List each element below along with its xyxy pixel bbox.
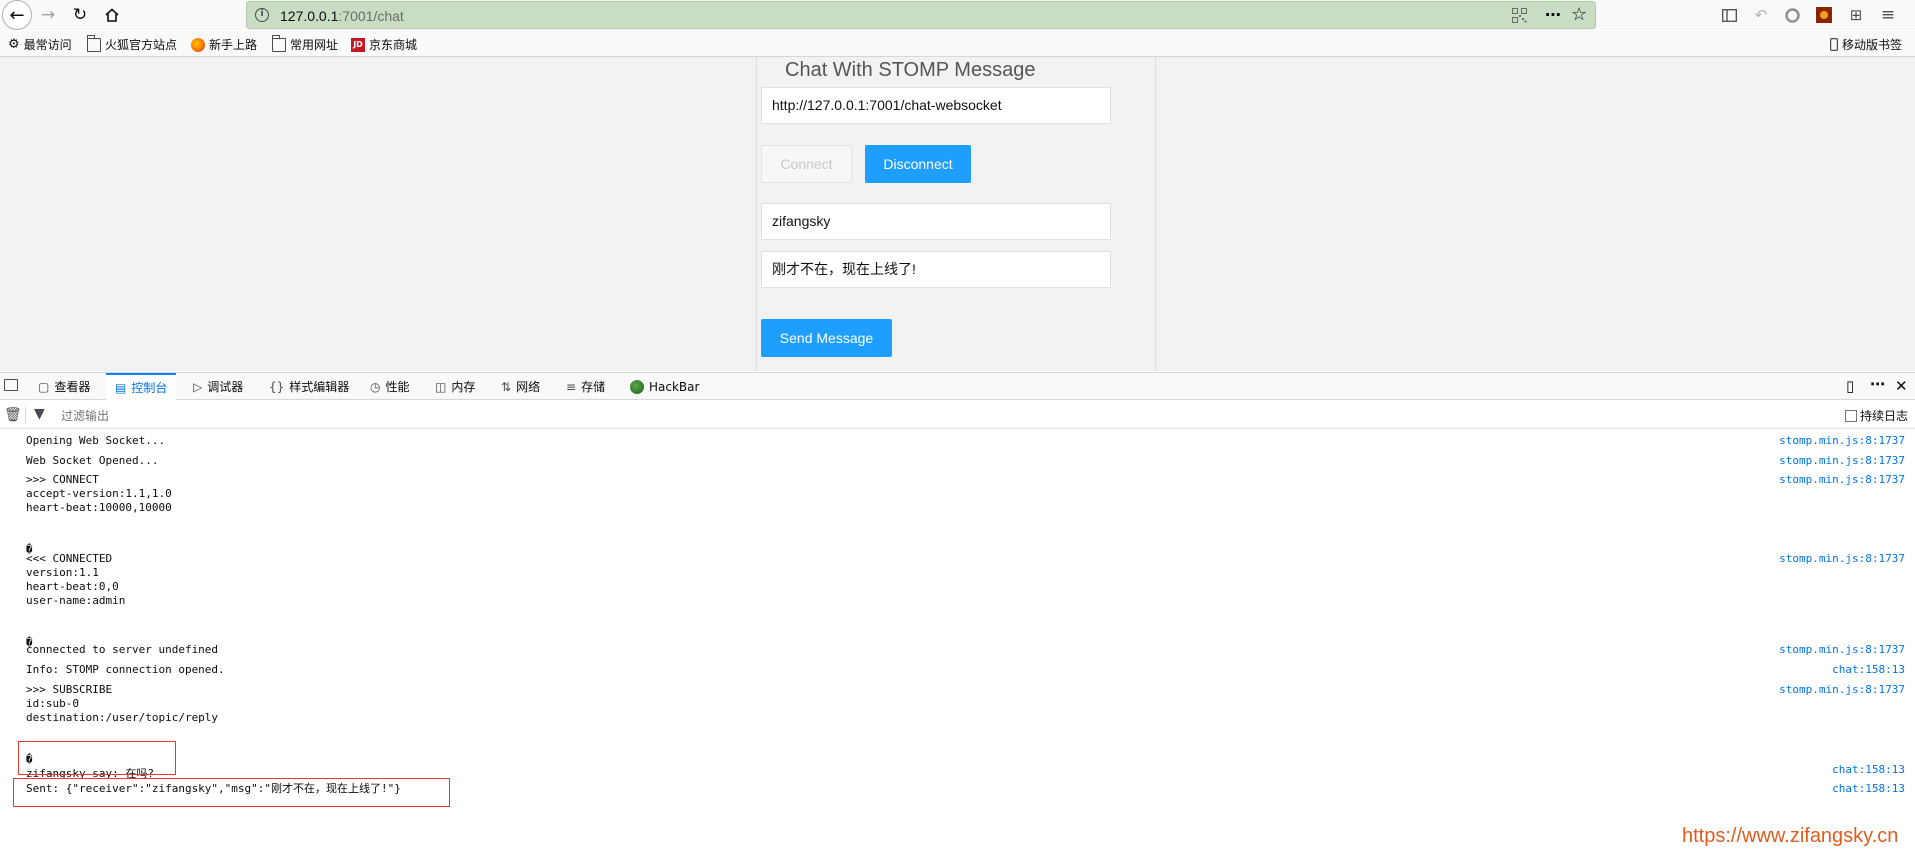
tab-style-editor[interactable]: {} 样式编辑器 bbox=[269, 373, 349, 400]
home-icon bbox=[105, 8, 119, 22]
undo-button[interactable]: ↶ bbox=[1750, 4, 1772, 26]
circle-icon bbox=[1784, 7, 1800, 23]
dock-side-icon[interactable]: ▯ bbox=[1846, 377, 1854, 395]
devtools-toolbar: ▢ 查看器 ▤ 控制台 ▷ 调试器 {} 样式编辑器 ◷ 性能 ◫ 内存 ⇅ 网络 ≡ 存储 H… bbox=[0, 372, 1915, 400]
tab-hackbar[interactable]: HackBar bbox=[630, 373, 699, 400]
devtools-close-icon[interactable]: ✕ bbox=[1895, 377, 1908, 395]
tab-inspector[interactable]: ▢ 查看器 bbox=[38, 373, 90, 400]
page-title: Chat With STOMP Message bbox=[785, 59, 1036, 81]
tab-storage[interactable]: ≡ 存储 bbox=[566, 373, 605, 400]
menu-button[interactable]: ≡ bbox=[1877, 4, 1899, 26]
sidebar-toggle-button[interactable] bbox=[1718, 4, 1740, 26]
braces-icon: {} bbox=[269, 379, 285, 394]
folder-icon bbox=[87, 34, 101, 52]
console-source-link[interactable]: stomp.min.js:8:1737 bbox=[1779, 643, 1905, 656]
console-message: >>> CONNECT accept-version:1.1,1.0 heart… bbox=[26, 473, 172, 556]
console-message: Info: STOMP connection opened. bbox=[26, 663, 225, 676]
more-icon[interactable]: ⋯ bbox=[1545, 5, 1562, 24]
firefox-icon bbox=[191, 37, 205, 52]
sidebar-icon bbox=[1721, 8, 1737, 22]
folder-icon bbox=[272, 34, 286, 52]
debugger-icon: ▷ bbox=[193, 379, 203, 394]
inspector-icon: ▢ bbox=[38, 379, 50, 394]
console-filter-bar: 🗑 ▼ 过滤输出 持续日志 bbox=[0, 401, 1915, 429]
back-button[interactable]: ← bbox=[2, 0, 32, 30]
connect-button[interactable]: Connect bbox=[761, 145, 852, 183]
console-output: Opening Web Socket... stomp.min.js:8:173… bbox=[0, 430, 1915, 851]
home-button[interactable] bbox=[100, 3, 124, 27]
console-source-link[interactable]: stomp.min.js:8:1737 bbox=[1779, 454, 1905, 467]
hackbar-icon bbox=[630, 379, 644, 394]
database-icon: ≡ bbox=[566, 379, 577, 394]
console-source-link[interactable]: stomp.min.js:8:1737 bbox=[1779, 552, 1905, 565]
bookmark-folder-common[interactable]: 常用网址 bbox=[272, 34, 338, 53]
highlight-box-sent bbox=[13, 778, 450, 807]
tab-performance[interactable]: ◷ 性能 bbox=[370, 373, 410, 400]
highlight-box-received bbox=[18, 741, 176, 775]
console-message: <<< CONNECTED version:1.1 heart-beat:0,0… bbox=[26, 552, 126, 649]
page-content: Chat With STOMP Message http://127.0.0.1… bbox=[0, 57, 1915, 371]
gear-icon: ⚙ bbox=[8, 37, 20, 52]
gauge-icon: ◷ bbox=[370, 379, 381, 394]
console-source-link[interactable]: stomp.min.js:8:1737 bbox=[1779, 473, 1905, 486]
tab-debugger[interactable]: ▷ 调试器 bbox=[193, 373, 243, 400]
message-input[interactable]: 刚才不在，现在上线了! bbox=[761, 251, 1111, 288]
persist-logs-checkbox[interactable] bbox=[1845, 409, 1857, 422]
extension-button[interactable] bbox=[1813, 4, 1835, 26]
star-icon[interactable]: ☆ bbox=[1571, 4, 1587, 25]
reload-icon: ↻ bbox=[72, 5, 88, 25]
trash-icon[interactable]: 🗑 bbox=[4, 407, 22, 423]
persist-logs-toggle[interactable]: 持续日志 bbox=[1845, 407, 1908, 424]
disconnect-button[interactable]: Disconnect bbox=[865, 145, 971, 183]
bookmark-mobile[interactable]: 移动版书签 bbox=[1830, 36, 1902, 53]
jd-logo-icon: JD bbox=[351, 37, 365, 52]
chat-panel: Chat With STOMP Message http://127.0.0.1… bbox=[756, 57, 1156, 371]
console-message: Opening Web Socket... bbox=[26, 434, 166, 447]
bookmark-jd[interactable]: JD 京东商城 bbox=[351, 36, 417, 53]
browser-toolbar: ← → ↻ i 127.0.0.1:7001/chat ⋯ ☆ ↶ ⊞ ≡ bbox=[0, 0, 1915, 30]
send-message-button[interactable]: Send Message bbox=[761, 319, 892, 357]
console-source-link[interactable]: stomp.min.js:8:1737 bbox=[1779, 434, 1905, 447]
console-source-link[interactable]: chat:158:13 bbox=[1832, 782, 1905, 795]
bookmarks-bar: ⚙ 最常访问 火狐官方站点 新手上路 常用网址 JD 京东商城 移动版书签 bbox=[0, 31, 1915, 57]
extension-circle-button[interactable] bbox=[1781, 4, 1803, 26]
crop-button[interactable]: ⊞ bbox=[1845, 4, 1867, 26]
extension-icon bbox=[1816, 7, 1832, 23]
mobile-icon bbox=[1830, 38, 1838, 51]
url-text[interactable]: 127.0.0.1:7001/chat bbox=[280, 8, 404, 24]
console-message: Web Socket Opened... bbox=[26, 454, 159, 467]
hamburger-icon: ≡ bbox=[1880, 5, 1896, 25]
receiver-input[interactable]: zifangsky bbox=[761, 203, 1111, 240]
bookmark-most-visited[interactable]: ⚙ 最常访问 bbox=[8, 36, 72, 53]
info-icon[interactable]: i bbox=[255, 8, 269, 22]
arrow-left-icon: ← bbox=[9, 4, 25, 26]
address-bar[interactable]: i 127.0.0.1:7001/chat ⋯ ☆ bbox=[246, 1, 1596, 29]
crop-icon: ⊞ bbox=[1849, 6, 1863, 24]
element-picker-icon[interactable] bbox=[4, 379, 18, 391]
network-icon: ⇅ bbox=[501, 379, 512, 394]
arrow-right-icon: → bbox=[40, 5, 56, 25]
filter-input[interactable]: 过滤输出 bbox=[61, 407, 109, 424]
toolbar-divider bbox=[25, 407, 26, 423]
filter-icon: ▼ bbox=[34, 406, 45, 422]
websocket-url-input[interactable]: http://127.0.0.1:7001/chat-websocket bbox=[761, 87, 1111, 124]
undo-icon: ↶ bbox=[1754, 6, 1768, 24]
devtools-more-icon[interactable]: ⋯ bbox=[1870, 375, 1885, 393]
console-source-link[interactable]: chat:158:13 bbox=[1832, 763, 1905, 776]
memory-icon: ◫ bbox=[435, 379, 447, 394]
reload-button[interactable]: ↻ bbox=[68, 3, 92, 27]
console-message: connected to server undefined bbox=[26, 643, 219, 656]
qr-code-icon[interactable] bbox=[1512, 8, 1527, 23]
bookmark-getting-started[interactable]: 新手上路 bbox=[191, 36, 257, 53]
tab-memory[interactable]: ◫ 内存 bbox=[435, 373, 475, 400]
console-source-link[interactable]: stomp.min.js:8:1737 bbox=[1779, 683, 1905, 696]
bookmark-folder-firefox[interactable]: 火狐官方站点 bbox=[87, 34, 177, 53]
forward-button[interactable]: → bbox=[36, 3, 60, 27]
console-source-link[interactable]: chat:158:13 bbox=[1832, 663, 1905, 676]
tab-console[interactable]: ▤ 控制台 bbox=[106, 373, 177, 400]
console-icon: ▤ bbox=[115, 380, 127, 395]
tab-network[interactable]: ⇅ 网络 bbox=[501, 373, 540, 400]
watermark: https://www.zifangsky.cn bbox=[1682, 825, 1899, 847]
